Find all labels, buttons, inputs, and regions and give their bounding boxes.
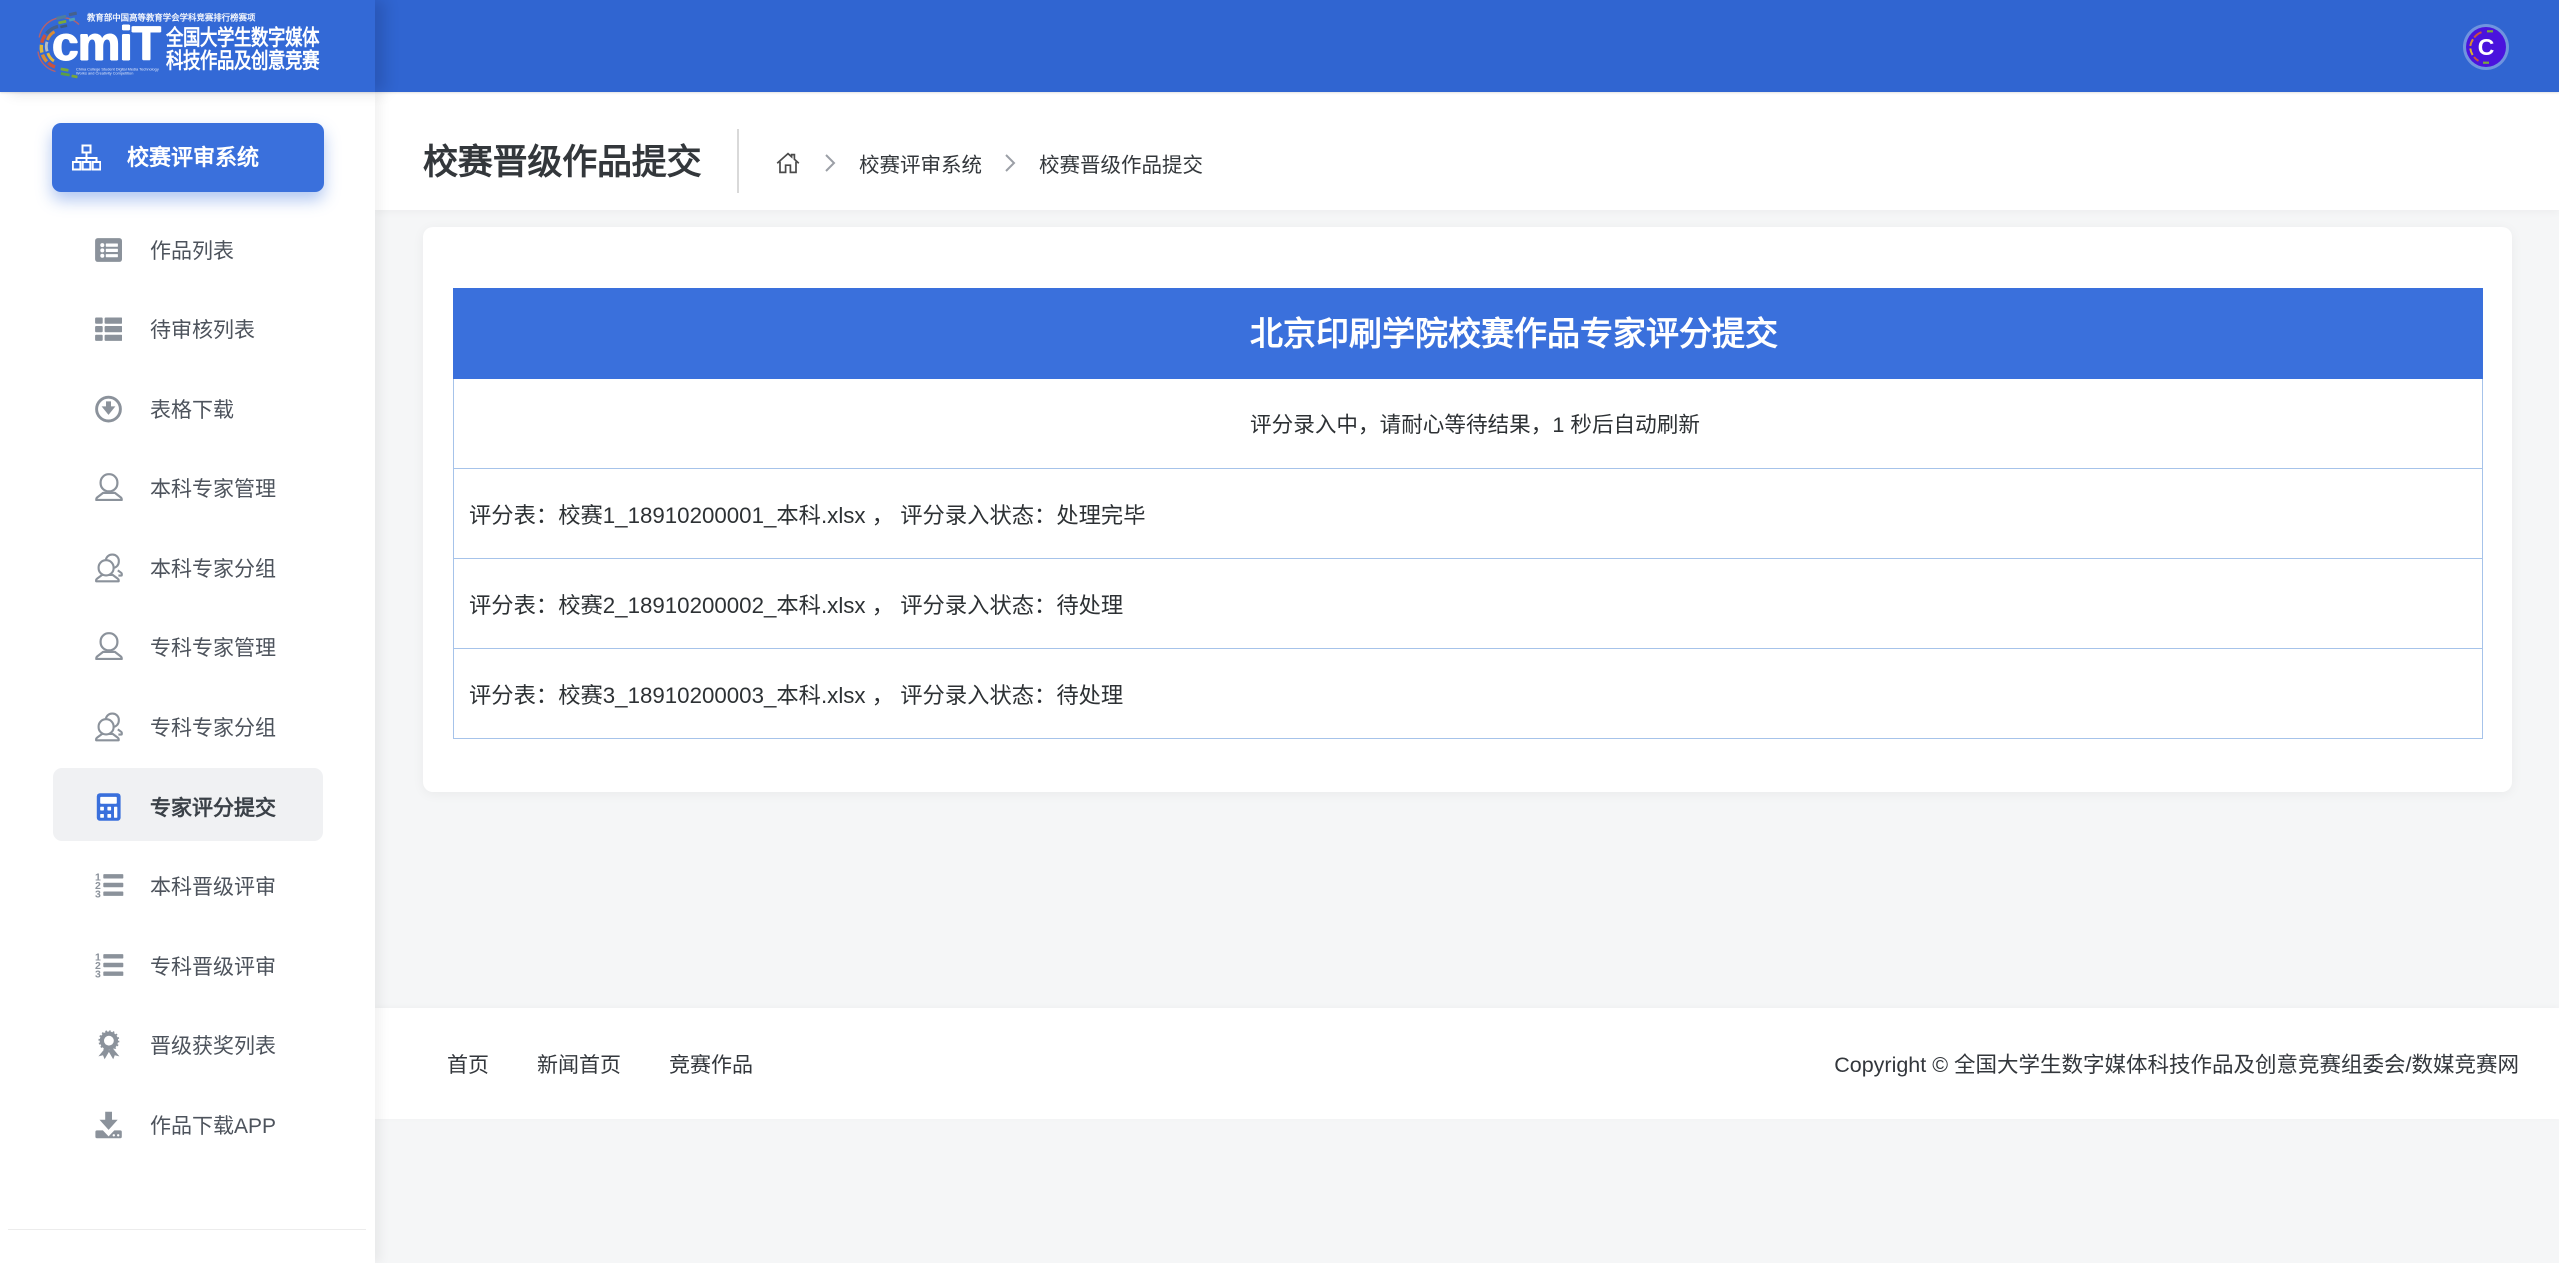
svg-text:3: 3 (95, 889, 101, 900)
svg-text:3: 3 (95, 968, 101, 979)
